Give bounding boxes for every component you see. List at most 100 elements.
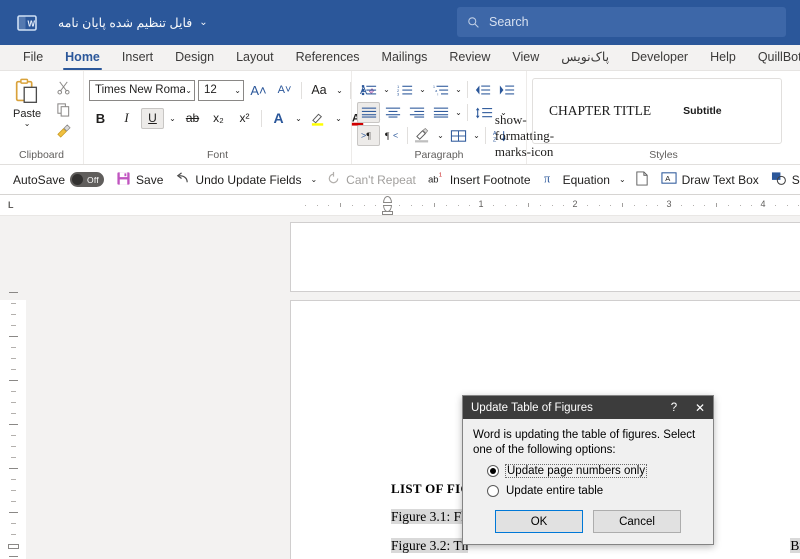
radio-update-entire-table-label: Update entire table — [506, 485, 604, 497]
shading-chevron-down-icon[interactable]: ⌄ — [435, 131, 446, 140]
align-chevron-down-icon[interactable]: ⌄ — [453, 108, 464, 117]
tab-file[interactable]: File — [12, 46, 54, 70]
pi-equation-icon: π — [543, 171, 558, 189]
shapes-button[interactable]: Shapes — [766, 168, 800, 192]
line-spacing-icon[interactable] — [471, 102, 497, 123]
shading-icon[interactable] — [411, 125, 434, 146]
close-icon[interactable]: ✕ — [687, 396, 713, 419]
align-center-icon[interactable] — [381, 102, 404, 123]
numbered-list-icon[interactable]: 1 2 3 — [393, 79, 416, 100]
tab-design[interactable]: Design — [164, 46, 225, 70]
paste-button[interactable]: Paste ⌄ — [5, 74, 49, 128]
bullet-list-icon[interactable] — [357, 79, 380, 100]
multilevel-list-chevron-down-icon[interactable]: ⌄ — [453, 85, 464, 94]
svg-text:¶: ¶ — [385, 131, 390, 142]
cancel-button[interactable]: Cancel — [593, 510, 681, 533]
styles-group-label: Styles — [649, 149, 678, 161]
font-size-combo[interactable]: 12 ⌄ — [198, 79, 244, 101]
bold-button[interactable]: B — [89, 108, 112, 129]
tab-developer[interactable]: Developer — [620, 46, 699, 70]
underline-button[interactable]: U — [141, 107, 164, 129]
vertical-ruler[interactable] — [0, 222, 26, 559]
first-line-indent-marker[interactable] — [383, 196, 392, 203]
bullet-list-chevron-down-icon[interactable]: ⌄ — [381, 85, 392, 94]
right-to-left-icon[interactable]: ¶ < — [381, 125, 404, 146]
equation-label: Equation — [562, 172, 610, 187]
numbered-list-chevron-down-icon[interactable]: ⌄ — [417, 85, 428, 94]
style-chapter-title[interactable]: CHAPTER TITLE — [533, 103, 667, 119]
multilevel-list-icon[interactable]: 1 a i — [429, 79, 452, 100]
autosave-state: Off — [87, 174, 99, 185]
tab-view[interactable]: View — [501, 46, 550, 70]
text-effects-chevron-down-icon[interactable]: ⌄ — [293, 114, 304, 123]
tab-layout[interactable]: Layout — [225, 46, 285, 70]
page-button[interactable] — [630, 168, 654, 192]
increase-indent-icon[interactable] — [495, 79, 518, 100]
style-subtitle[interactable]: Subtitle — [667, 105, 738, 117]
tab-mailings[interactable]: Mailings — [371, 46, 439, 70]
subscript-button[interactable]: x₂ — [207, 108, 230, 129]
font-name-combo[interactable]: Times New Roman ⌄ — [89, 79, 195, 101]
grow-font-icon[interactable]: A˄ — [247, 80, 270, 101]
update-table-of-figures-dialog[interactable]: Update Table of Figures ? ✕ Word is upda… — [462, 395, 714, 545]
borders-icon[interactable] — [447, 125, 470, 146]
search-box[interactable]: Search — [457, 7, 786, 37]
ruler-number: 1 — [478, 199, 484, 209]
insert-footnote-button[interactable]: ab 1 Insert Footnote — [423, 168, 536, 192]
title-chevron-down-icon[interactable]: ⌄ — [199, 17, 207, 28]
autosave-control[interactable]: AutoSave Off — [8, 169, 109, 190]
undo-chevron-down-icon[interactable]: ⌄ — [308, 175, 319, 184]
lof-entry-2-tail: Braithwaite et al — [790, 538, 800, 553]
font-size-chevron-down-icon[interactable]: ⌄ — [234, 86, 241, 95]
align-left-icon[interactable] — [357, 102, 380, 123]
tab-quillbot[interactable]: QuillBot — [747, 46, 800, 70]
justify-icon[interactable] — [429, 102, 452, 123]
align-right-icon[interactable] — [405, 102, 428, 123]
left-indent-marker[interactable] — [382, 211, 393, 215]
horizontal-ruler[interactable]: L 1234 — [0, 195, 800, 216]
copy-icon[interactable] — [56, 102, 71, 120]
tab-references[interactable]: References — [285, 46, 371, 70]
radio-update-entire-table[interactable]: Update entire table — [473, 485, 703, 497]
scissors-icon[interactable] — [56, 80, 71, 98]
tab-paknevis[interactable]: پاک‌نویس — [550, 46, 620, 70]
superscript-button[interactable]: x² — [233, 108, 256, 129]
vertical-ruler-tick — [9, 380, 18, 381]
text-highlight-color-icon[interactable] — [307, 108, 330, 129]
strikethrough-button[interactable]: ab — [181, 108, 204, 129]
draw-text-box-button[interactable]: A Draw Text Box — [656, 168, 764, 191]
change-case-icon[interactable]: Aa — [307, 80, 331, 101]
tab-help[interactable]: Help — [699, 46, 747, 70]
tab-review[interactable]: Review — [438, 46, 501, 70]
undo-button[interactable]: Undo Update Fields — [170, 168, 306, 192]
ok-button[interactable]: OK — [495, 510, 583, 533]
equation-chevron-down-icon[interactable]: ⌄ — [617, 175, 628, 184]
tab-insert[interactable]: Insert — [111, 46, 164, 70]
vertical-ruler-tick — [11, 490, 16, 491]
radio-update-page-numbers-only[interactable]: Update page numbers only — [473, 464, 703, 478]
underline-chevron-down-icon[interactable]: ⌄ — [167, 114, 178, 123]
vertical-ruler-tick — [9, 424, 18, 425]
save-button[interactable]: Save — [111, 168, 168, 192]
vertical-indent-marker[interactable] — [8, 544, 19, 549]
paste-chevron-down-icon[interactable]: ⌄ — [24, 120, 31, 128]
format-painter-icon[interactable] — [56, 124, 71, 142]
equation-button[interactable]: π Equation — [538, 168, 615, 192]
autosave-label: AutoSave — [13, 172, 66, 187]
styles-gallery[interactable]: CHAPTER TITLE Subtitle — [532, 78, 782, 144]
vertical-ruler-tick — [9, 468, 18, 469]
change-case-chevron-down-icon[interactable]: ⌄ — [334, 86, 345, 95]
tab-home[interactable]: Home — [54, 46, 111, 70]
font-name-chevron-down-icon[interactable]: ⌄ — [185, 86, 192, 95]
highlight-chevron-down-icon[interactable]: ⌄ — [333, 114, 344, 123]
document-page-previous — [290, 222, 800, 292]
undo-label: Undo Update Fields — [195, 172, 302, 187]
autosave-toggle[interactable]: Off — [70, 172, 105, 187]
italic-button[interactable]: I — [115, 108, 138, 129]
borders-chevron-down-icon[interactable]: ⌄ — [471, 131, 482, 140]
help-icon[interactable]: ? — [661, 396, 687, 419]
text-effects-icon[interactable]: A — [267, 108, 290, 129]
left-to-right-icon[interactable]: > ¶ — [357, 125, 380, 146]
decrease-indent-icon[interactable] — [471, 79, 494, 100]
shrink-font-icon[interactable]: A˅ — [273, 80, 296, 101]
